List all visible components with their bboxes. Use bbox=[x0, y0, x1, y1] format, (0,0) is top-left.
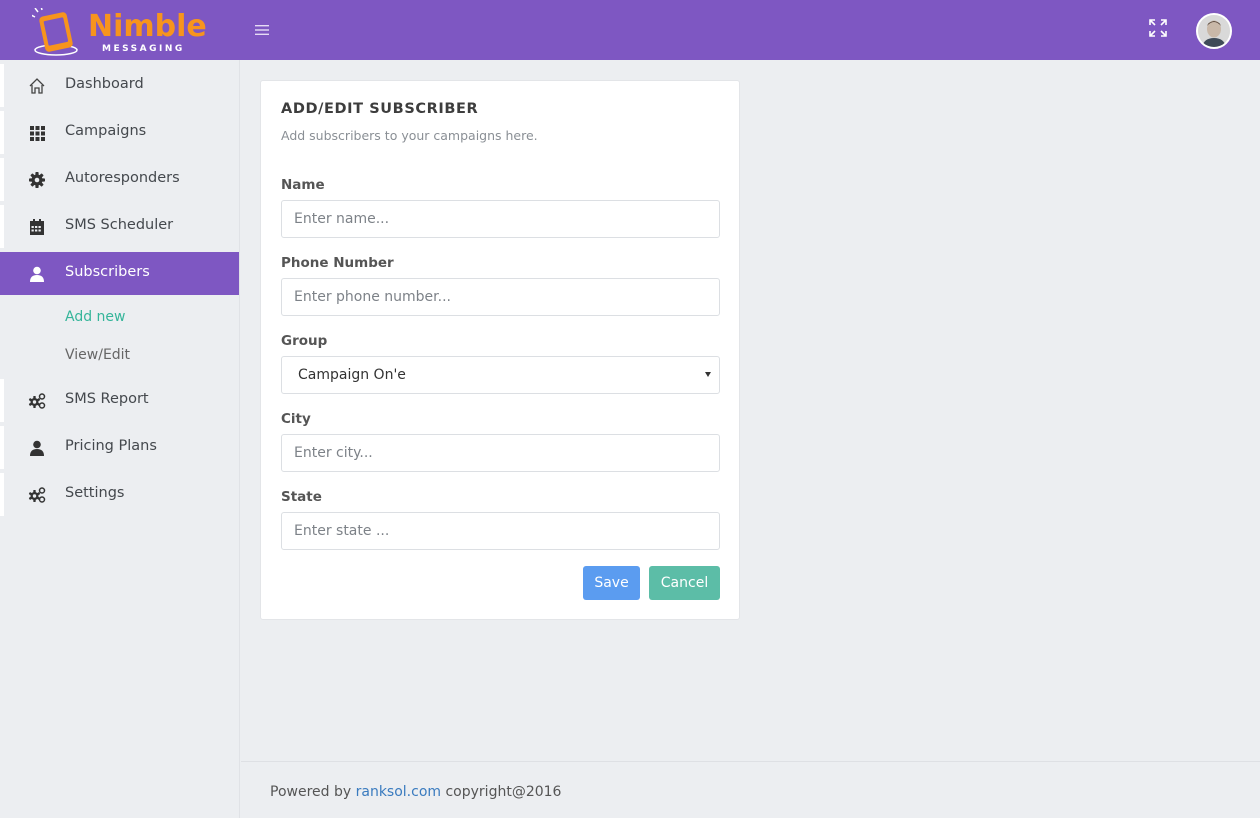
sidebar-subitem-view-edit[interactable]: View/Edit bbox=[0, 337, 239, 375]
footer-text: Powered by ranksol.com copyright@2016 bbox=[270, 784, 561, 800]
phone-label: Phone Number bbox=[281, 255, 394, 271]
sidebar-item-label: SMS Scheduler bbox=[65, 217, 174, 233]
brand-name: Nimble bbox=[88, 9, 207, 44]
sidebar-item-sms-report[interactable]: SMS Report bbox=[0, 379, 239, 422]
group-select-value: Campaign On'e bbox=[298, 367, 406, 383]
sidebar: Dashboard Campaigns Autoresponders SMS S… bbox=[0, 60, 240, 818]
phone-logo-icon bbox=[32, 8, 78, 56]
sidebar-subitem-label: View/Edit bbox=[65, 347, 131, 363]
name-input[interactable] bbox=[281, 200, 720, 238]
sidebar-item-label: Campaigns bbox=[65, 123, 147, 139]
card-title: ADD/EDIT SUBSCRIBER bbox=[281, 101, 479, 117]
sidebar-item-autoresponders[interactable]: Autoresponders bbox=[0, 158, 239, 201]
home-icon bbox=[29, 78, 45, 94]
card-subtitle: Add subscribers to your campaigns here. bbox=[281, 128, 538, 143]
group-label: Group bbox=[281, 333, 328, 349]
calendar-icon bbox=[30, 219, 44, 235]
sidebar-item-label: SMS Report bbox=[65, 391, 149, 407]
city-input[interactable] bbox=[281, 434, 720, 472]
cancel-button[interactable]: Cancel bbox=[649, 566, 720, 600]
sidebar-item-label: Pricing Plans bbox=[65, 438, 157, 454]
gears-icon bbox=[28, 487, 46, 503]
group-select[interactable]: Campaign On'e bbox=[281, 356, 720, 394]
sidebar-item-label: Autoresponders bbox=[65, 170, 180, 186]
add-subscriber-card: ADD/EDIT SUBSCRIBER Add subscribers to y… bbox=[260, 80, 740, 620]
footer-prefix: Powered by bbox=[270, 784, 352, 800]
avatar-face-icon bbox=[1198, 15, 1230, 47]
grid-icon bbox=[30, 126, 45, 141]
sidebar-item-sms-scheduler[interactable]: SMS Scheduler bbox=[0, 205, 239, 248]
footer: Powered by ranksol.com copyright@2016 bbox=[241, 761, 1260, 818]
sidebar-item-settings[interactable]: Settings bbox=[0, 473, 239, 516]
caret-down-icon bbox=[705, 372, 711, 377]
save-button[interactable]: Save bbox=[583, 566, 640, 600]
user-icon bbox=[30, 440, 44, 456]
city-label: City bbox=[281, 411, 311, 427]
brand-logo[interactable]: Nimble MESSAGING bbox=[32, 6, 212, 56]
footer-suffix: copyright@2016 bbox=[445, 784, 562, 800]
sidebar-item-label: Settings bbox=[65, 485, 125, 501]
sidebar-item-pricing-plans[interactable]: Pricing Plans bbox=[0, 426, 239, 469]
sidebar-item-label: Dashboard bbox=[65, 76, 144, 92]
state-label: State bbox=[281, 489, 322, 505]
sidebar-subitem-label: Add new bbox=[65, 309, 126, 325]
sidebar-item-subscribers[interactable]: Subscribers bbox=[0, 252, 239, 295]
top-bar: Nimble MESSAGING bbox=[0, 0, 1260, 60]
sidebar-item-label: Subscribers bbox=[65, 264, 150, 280]
sidebar-subitem-add-new[interactable]: Add new bbox=[0, 299, 239, 337]
sidebar-item-campaigns[interactable]: Campaigns bbox=[0, 111, 239, 154]
hamburger-icon[interactable] bbox=[254, 22, 270, 38]
phone-input[interactable] bbox=[281, 278, 720, 316]
state-input[interactable] bbox=[281, 512, 720, 550]
gear-icon bbox=[29, 172, 45, 188]
sidebar-item-dashboard[interactable]: Dashboard bbox=[0, 64, 239, 107]
user-icon bbox=[30, 266, 44, 282]
name-label: Name bbox=[281, 177, 325, 193]
footer-link[interactable]: ranksol.com bbox=[356, 784, 441, 800]
user-avatar[interactable] bbox=[1196, 13, 1232, 49]
gears-icon bbox=[28, 393, 46, 409]
brand-tagline: MESSAGING bbox=[102, 44, 185, 54]
expand-icon[interactable] bbox=[1148, 18, 1168, 38]
